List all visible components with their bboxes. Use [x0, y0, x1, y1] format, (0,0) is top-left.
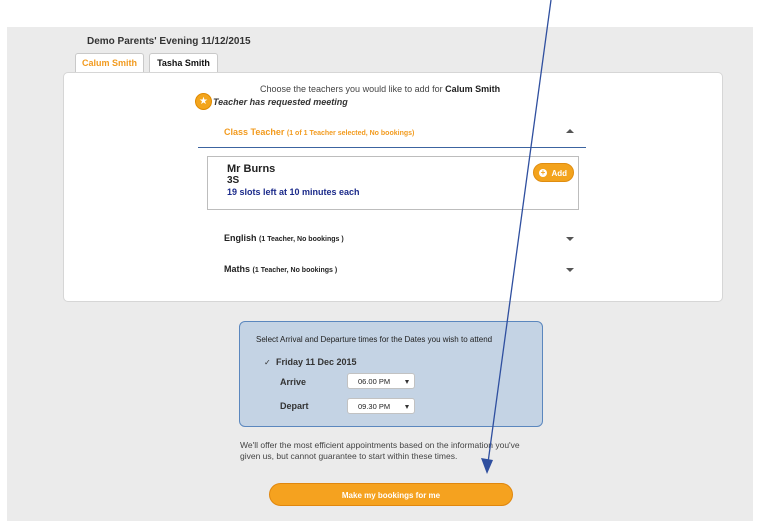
- teacher-class: 3S: [227, 175, 240, 186]
- star-icon: ★: [195, 93, 212, 110]
- plus-icon: +: [539, 168, 547, 177]
- depart-label: Depart: [280, 401, 309, 411]
- category-english[interactable]: English (1 Teacher, No bookings ): [224, 233, 586, 247]
- teacher-slots: 19 slots left at 10 minutes each: [227, 187, 360, 197]
- instructions-text: Choose the teachers you would like to ad…: [260, 84, 501, 94]
- category-name: English: [224, 233, 257, 243]
- add-label: Add: [551, 169, 567, 178]
- student-name: Calum Smith: [445, 84, 501, 94]
- chevron-down-icon: [405, 380, 409, 384]
- date-label: Friday 11 Dec 2015: [276, 357, 357, 367]
- arrive-time-select[interactable]: 06.00 PM: [347, 373, 415, 389]
- chevron-down-icon: [566, 237, 574, 241]
- category-name: Maths: [224, 264, 251, 274]
- chevron-down-icon: [405, 405, 409, 409]
- chevron-up-icon: [566, 129, 574, 133]
- offer-note: We'll offer the most efficient appointme…: [240, 440, 520, 461]
- category-maths[interactable]: Maths (1 Teacher, No bookings ): [224, 264, 586, 278]
- depart-time-select[interactable]: 09.30 PM: [347, 398, 415, 414]
- tab-tasha-smith[interactable]: Tasha Smith: [149, 53, 218, 72]
- arrival-heading: Select Arrival and Departure times for t…: [256, 335, 493, 344]
- category-meta: (1 Teacher, No bookings ): [252, 267, 338, 274]
- tab-calum-smith[interactable]: Calum Smith: [75, 53, 144, 72]
- requested-legend: Teacher has requested meeting: [213, 97, 348, 107]
- category-meta: (1 of 1 Teacher selected, No bookings): [286, 130, 415, 137]
- checkmark-icon[interactable]: ✓: [264, 358, 271, 367]
- chevron-down-icon: [566, 268, 574, 272]
- page-title: Demo Parents' Evening 11/12/2015: [87, 36, 251, 47]
- teacher-name: Mr Burns: [227, 163, 276, 175]
- make-bookings-button[interactable]: Make my bookings for me: [269, 483, 513, 506]
- arrive-label: Arrive: [280, 377, 307, 387]
- category-class-teacher[interactable]: Class Teacher (1 of 1 Teacher selected, …: [224, 127, 586, 141]
- category-name: Class Teacher: [224, 127, 285, 137]
- add-teacher-button[interactable]: + Add: [533, 163, 574, 182]
- depart-time-value: 09.30 PM: [358, 402, 391, 411]
- divider: [198, 147, 586, 148]
- arrive-time-value: 06.00 PM: [358, 377, 391, 386]
- category-meta: (1 Teacher, No bookings ): [259, 236, 344, 243]
